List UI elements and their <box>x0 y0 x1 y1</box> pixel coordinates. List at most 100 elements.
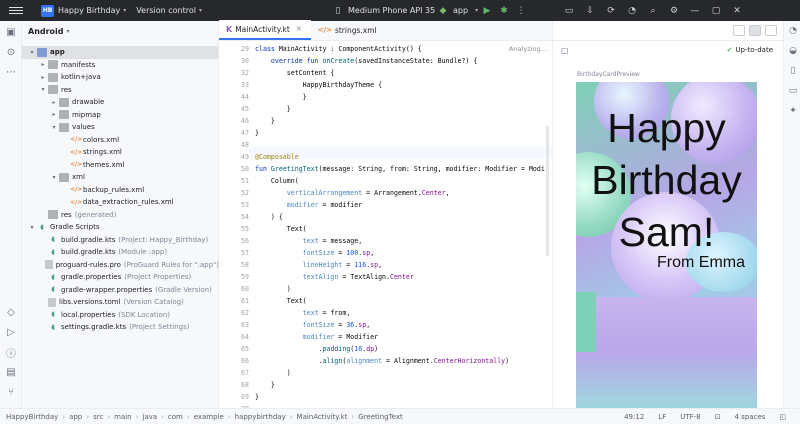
settings-icon[interactable]: ⚙ <box>668 5 680 17</box>
tree-item[interactable]: ▸ mipmap <box>22 109 218 122</box>
search-icon[interactable]: ⌕ <box>647 5 659 17</box>
close-tab-icon[interactable]: ✕ <box>296 25 302 33</box>
indent-setting[interactable]: 4 spaces <box>735 413 766 421</box>
tree-item-label: strings.xml <box>83 148 122 157</box>
chevron-right-icon[interactable]: ▸ <box>39 74 47 81</box>
tree-item[interactable]: ◖ build.gradle.kts (Project: Happy_Birthda… <box>22 234 218 247</box>
gradle-tool-icon[interactable]: ◒ <box>787 45 799 57</box>
project-badge[interactable]: HB <box>41 4 54 17</box>
breadcrumb-item[interactable]: HappyBirthday <box>6 413 58 421</box>
tree-item[interactable]: </> data_extraction_rules.xml <box>22 196 218 209</box>
preview-layers-icon[interactable]: ▢ <box>561 46 569 55</box>
design-view-icon[interactable] <box>765 25 777 36</box>
chevron-down-icon[interactable]: ▾ <box>28 224 36 231</box>
chevron-right-icon[interactable]: ▸ <box>50 111 58 118</box>
tab-strings[interactable]: </> strings.xml <box>311 20 386 40</box>
file-encoding[interactable]: UTF-8 <box>680 413 700 421</box>
minimize-icon[interactable]: — <box>689 5 701 17</box>
tree-item-label: app <box>50 48 65 57</box>
maximize-icon[interactable]: ▢ <box>710 5 722 17</box>
preview-render[interactable]: Happy Birthday Sam! From Emma <box>576 82 757 408</box>
running-devices-icon[interactable]: ▭ <box>787 85 799 97</box>
chevron-down-icon[interactable]: ▾ <box>123 7 126 14</box>
breadcrumb-item[interactable]: main <box>114 413 132 421</box>
tab-mainactivity[interactable]: K MainActivity.kt ✕ <box>219 20 311 40</box>
code-view-icon[interactable] <box>733 25 745 36</box>
project-view-selector[interactable]: Android ▾ <box>22 21 218 41</box>
tree-item[interactable]: ◖ build.gradle.kts (Module :app) <box>22 246 218 259</box>
memory-icon[interactable]: ◰ <box>779 413 786 421</box>
chevron-down-icon[interactable]: ▾ <box>50 174 58 181</box>
tree-item[interactable]: </> backup_rules.xml <box>22 184 218 197</box>
tree-item[interactable]: ▾ values <box>22 121 218 134</box>
tree-item[interactable]: ▸ drawable <box>22 96 218 109</box>
lock-icon[interactable]: ⊡ <box>715 413 721 421</box>
chevron-right-icon[interactable]: ▸ <box>39 61 47 68</box>
breadcrumb-item[interactable]: GreetingText <box>358 413 403 421</box>
tree-item[interactable]: ◖ gradle-wrapper.properties (Gradle Versio… <box>22 284 218 297</box>
breadcrumb-item[interactable]: app <box>69 413 82 421</box>
version-control-menu[interactable]: Version control <box>136 6 196 15</box>
tree-item[interactable]: ◖ local.properties (SDK Location) <box>22 309 218 322</box>
tree-item[interactable]: ◖ gradle.properties (Project Properties) <box>22 271 218 284</box>
editor-scrollbar[interactable] <box>546 126 549 256</box>
more-tools-icon[interactable]: ⋯ <box>4 65 18 79</box>
tree-item[interactable]: </> themes.xml <box>22 159 218 172</box>
breadcrumb-item[interactable]: com <box>168 413 183 421</box>
chevron-right-icon[interactable]: ▸ <box>50 99 58 106</box>
gemini-icon[interactable]: ✦ <box>787 105 799 117</box>
notifications-icon[interactable]: ◔ <box>787 25 799 37</box>
project-view-label: Android <box>28 26 64 36</box>
run-icon[interactable]: ▶ <box>481 5 493 17</box>
split-view-icon[interactable] <box>749 25 761 36</box>
breadcrumb-item[interactable]: example <box>194 413 224 421</box>
chevron-right-icon: › <box>186 412 190 421</box>
debug-icon[interactable]: ✱ <box>498 5 510 17</box>
tree-item[interactable]: </> colors.xml <box>22 134 218 147</box>
project-name[interactable]: Happy Birthday <box>58 6 120 15</box>
close-icon[interactable]: ✕ <box>731 5 743 17</box>
tree-item[interactable]: ▾ res <box>22 84 218 97</box>
tree-item[interactable]: libs.versions.toml (Version Catalog) <box>22 296 218 309</box>
tree-item[interactable]: ▸ kotlin+java <box>22 71 218 84</box>
chevron-down-icon[interactable]: ▾ <box>199 7 202 14</box>
breadcrumb-item[interactable]: src <box>93 413 103 421</box>
code-editor[interactable]: 29 30 32 33 44 45 46 47 48 49 50 51 52 53 54 55 56 57 58 59… <box>219 41 552 408</box>
sdk-manager-icon[interactable]: ⇩ <box>584 5 596 17</box>
tree-item[interactable]: ▾ ◖ Gradle Scripts <box>22 221 218 234</box>
tree-item[interactable]: proguard-rules.pro (ProGuard Rules for ":… <box>22 259 218 272</box>
device-manager-icon[interactable]: ▯ <box>787 65 799 77</box>
more-icon[interactable]: ⋮ <box>515 5 527 17</box>
tree-item[interactable]: ▾ app <box>22 46 218 59</box>
line-separator[interactable]: LF <box>658 413 666 421</box>
terminal-tool-icon[interactable]: ▤ <box>4 365 18 379</box>
breadcrumb-item[interactable]: happybirthday <box>235 413 286 421</box>
project-tool-icon[interactable]: ▣ <box>4 25 18 39</box>
folder-icon <box>48 72 58 82</box>
chevron-down-icon[interactable]: ▾ <box>50 124 58 131</box>
sync-icon[interactable]: ⟳ <box>605 5 617 17</box>
tree-item[interactable]: res (generated) <box>22 209 218 222</box>
tree-item[interactable]: ◖ settings.gradle.kts (Project Settings) <box>22 321 218 334</box>
main-menu-icon[interactable] <box>9 7 23 14</box>
tree-item[interactable]: ▾ xml <box>22 171 218 184</box>
tree-item[interactable]: ▸ manifests <box>22 59 218 72</box>
problems-tool-icon[interactable]: ⓘ <box>4 345 18 360</box>
line-number: 58 <box>241 261 249 269</box>
device-selector[interactable]: ▯ Medium Phone API 35 ▾ <box>332 0 446 21</box>
breadcrumb-item[interactable]: MainActivity.kt <box>297 413 348 421</box>
run-config-selector[interactable]: ◆ app ▾ <box>437 0 479 21</box>
tree-item-label: local.properties <box>61 310 116 319</box>
run-tool-icon[interactable]: ▷ <box>4 325 18 339</box>
gem-icon[interactable]: ◇ <box>4 305 18 319</box>
chevron-down-icon[interactable]: ▾ <box>39 86 47 93</box>
chevron-down-icon[interactable]: ▾ <box>28 49 36 56</box>
device-manager-icon[interactable]: ▭ <box>563 5 575 17</box>
git-tool-icon[interactable]: ⑂ <box>4 385 18 399</box>
tree-item[interactable]: </> strings.xml <box>22 146 218 159</box>
commit-tool-icon[interactable]: ⊙ <box>4 45 18 59</box>
breadcrumb-item[interactable]: java <box>142 413 157 421</box>
tree-item-label: gradle-wrapper.properties <box>61 285 153 294</box>
profile-icon[interactable]: ◔ <box>626 5 638 17</box>
caret-position[interactable]: 49:12 <box>624 413 644 421</box>
